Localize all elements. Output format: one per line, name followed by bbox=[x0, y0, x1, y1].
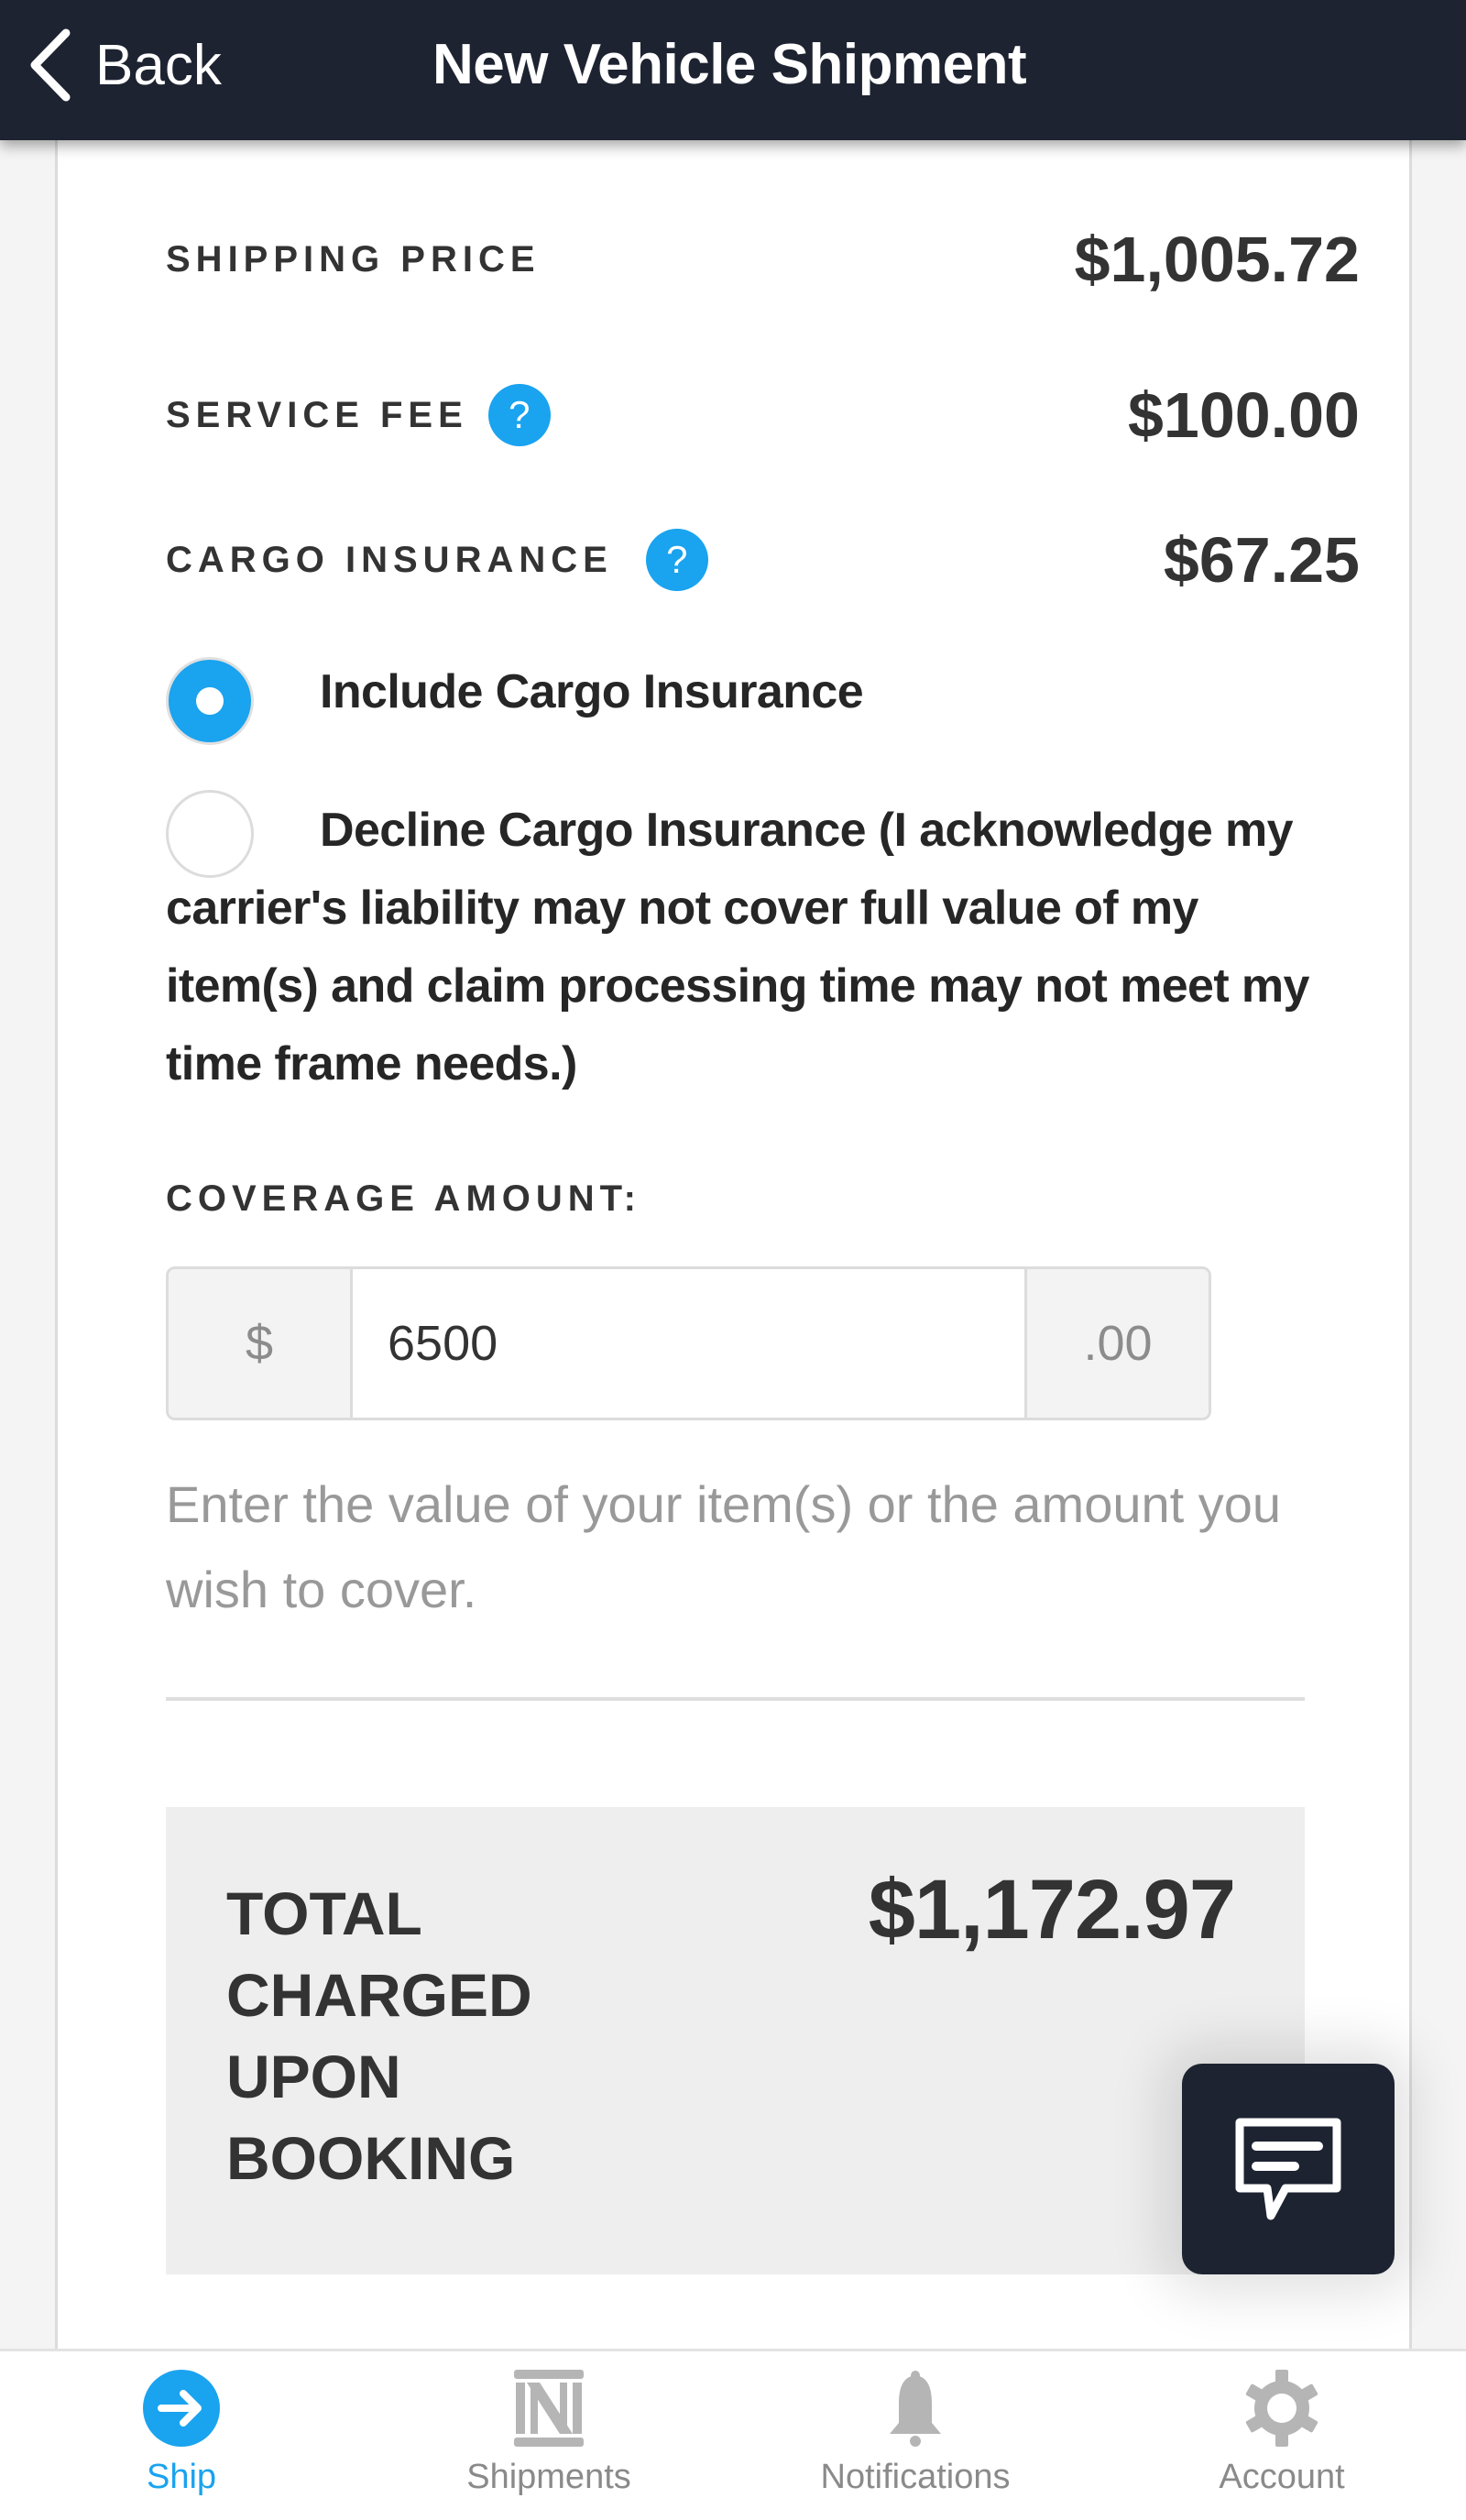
app-header: Back New Vehicle Shipment bbox=[0, 0, 1466, 140]
include-insurance-label: Include Cargo Insurance bbox=[320, 665, 864, 718]
arrow-circle-icon bbox=[143, 2370, 220, 2447]
cargo-insurance-label: CARGO INSURANCE bbox=[166, 539, 613, 580]
shipping-price-row: SHIPPING PRICE $1,005.72 bbox=[166, 223, 1360, 296]
gear-icon bbox=[1245, 2370, 1318, 2447]
bottom-tab-bar: Ship Shipments Notifications Account bbox=[0, 2349, 1466, 2520]
cargo-insurance-row: CARGO INSURANCE ? $67.25 bbox=[166, 523, 1360, 597]
tab-account-label: Account bbox=[1219, 2458, 1345, 2496]
cargo-insurance-label-group: CARGO INSURANCE ? bbox=[166, 529, 708, 591]
help-icon[interactable]: ? bbox=[487, 384, 551, 446]
tab-shipments[interactable]: Shipments bbox=[411, 2351, 686, 2520]
bell-icon bbox=[890, 2371, 941, 2447]
shipment-card: SHIPPING PRICE $1,005.72 SERVICE FEE ? $… bbox=[55, 140, 1412, 2349]
back-label: Back bbox=[95, 33, 222, 97]
decline-insurance-radio[interactable] bbox=[166, 790, 254, 878]
include-insurance-option[interactable]: Include Cargo Insurance bbox=[166, 653, 1360, 745]
divider bbox=[166, 1697, 1305, 1701]
total-label: TOTAL CHARGED UPON BOOKING bbox=[226, 1879, 532, 2192]
total-summary: TOTAL CHARGED UPON BOOKING $1,172.97 bbox=[166, 1807, 1305, 2274]
help-icon[interactable]: ? bbox=[645, 529, 708, 591]
tab-shipments-label: Shipments bbox=[466, 2458, 631, 2496]
shipping-price-value: $1,005.72 bbox=[1074, 224, 1360, 295]
coverage-amount-input[interactable] bbox=[353, 1269, 1024, 1418]
service-fee-value: $100.00 bbox=[1127, 379, 1360, 451]
tab-ship-label: Ship bbox=[146, 2458, 217, 2496]
coverage-amount-label: COVERAGE AMOUNT: bbox=[166, 1178, 641, 1219]
coverage-hint: Enter the value of your item(s) or the a… bbox=[166, 1475, 1282, 1618]
service-fee-label-group: SERVICE FEE ? bbox=[166, 384, 551, 446]
chat-button[interactable] bbox=[1182, 2064, 1395, 2274]
chevron-left-icon bbox=[30, 28, 71, 102]
decline-insurance-label: Decline Cargo Insurance (I acknowledge m… bbox=[166, 804, 1309, 1090]
service-fee-row: SERVICE FEE ? $100.00 bbox=[166, 378, 1360, 452]
tab-notifications-label: Notifications bbox=[820, 2458, 1011, 2496]
page-title: New Vehicle Shipment bbox=[432, 33, 1027, 96]
crate-icon bbox=[514, 2370, 584, 2447]
cargo-insurance-value: $67.25 bbox=[1163, 524, 1360, 596]
include-insurance-radio[interactable] bbox=[166, 657, 254, 745]
chat-bubble-icon bbox=[1235, 2118, 1341, 2220]
decline-insurance-option[interactable]: Decline Cargo Insurance (I acknowledge m… bbox=[166, 790, 1360, 1103]
tab-notifications[interactable]: Notifications bbox=[778, 2351, 1053, 2520]
total-value: $1,172.97 bbox=[868, 1863, 1236, 1956]
back-button[interactable]: Back bbox=[26, 24, 222, 106]
shipping-price-label: SHIPPING PRICE bbox=[166, 238, 541, 279]
tab-ship[interactable]: Ship bbox=[44, 2351, 319, 2520]
tab-account[interactable]: Account bbox=[1144, 2351, 1419, 2520]
currency-prefix: $ bbox=[169, 1269, 353, 1418]
coverage-amount-input-group: $ .00 bbox=[166, 1266, 1211, 1420]
cents-suffix: .00 bbox=[1024, 1269, 1209, 1418]
service-fee-label: SERVICE FEE bbox=[166, 394, 468, 435]
